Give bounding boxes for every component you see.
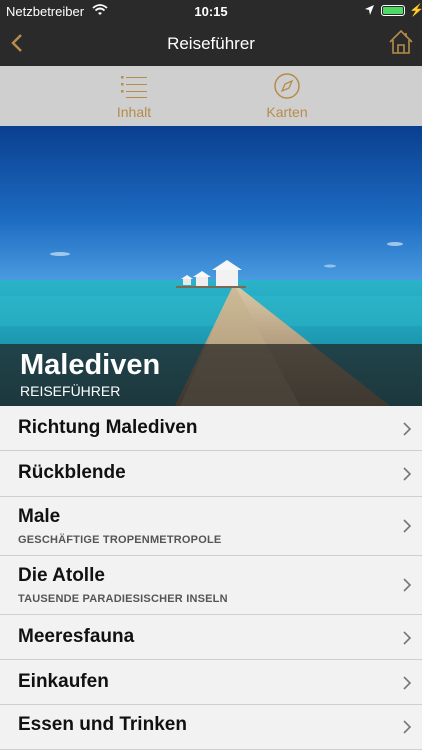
list-item[interactable]: Male GESCHÄFTIGE TROPENMETROPOLE [0, 497, 422, 556]
hero-banner[interactable]: Malediven REISEFÜHRER [0, 126, 422, 406]
compass-icon [273, 72, 301, 100]
charging-bolt-icon: ⚡ [409, 3, 422, 17]
list-item[interactable]: Meeresfauna [0, 615, 422, 660]
tab-bar: Inhalt Karten [0, 66, 422, 126]
chevron-right-icon [403, 578, 412, 592]
tab-karten-label: Karten [266, 104, 308, 120]
battery-icon [381, 5, 405, 16]
list-item-subtitle: TAUSENDE PARADIESISCHER INSELN [18, 593, 228, 605]
list-item-subtitle: GESCHÄFTIGE TROPENMETROPOLE [18, 534, 222, 546]
tab-inhalt-label: Inhalt [116, 104, 152, 120]
nav-title: Reiseführer [167, 34, 255, 53]
chevron-right-icon [403, 631, 412, 645]
list-item[interactable]: Essen und Trinken [0, 705, 422, 750]
list-item[interactable]: Rückblende [0, 451, 422, 497]
chevron-right-icon [403, 720, 412, 734]
list-item[interactable]: Richtung Malediven [0, 406, 422, 451]
list-item[interactable]: Einkaufen [0, 660, 422, 705]
tab-karten[interactable]: Karten [212, 66, 362, 126]
location-arrow-icon [364, 4, 375, 19]
list-item[interactable]: Die Atolle TAUSENDE PARADIESISCHER INSEL… [0, 556, 422, 615]
status-bar: Netzbetreiber 10:15 ⚡ [0, 0, 422, 22]
navigation-bar: Reiseführer [0, 22, 422, 66]
list-item-title: Einkaufen [18, 671, 109, 692]
chevron-right-icon [403, 519, 412, 533]
clock-time: 10:15 [194, 4, 228, 19]
chevron-right-icon [403, 467, 412, 481]
chevron-right-icon [403, 422, 412, 436]
list-item-title: Die Atolle [18, 565, 105, 586]
list-item-title: Richtung Malediven [18, 417, 198, 438]
hero-title: Malediven [20, 349, 161, 381]
list-item-title: Male [18, 506, 61, 527]
hero-caption: Malediven REISEFÜHRER [0, 344, 422, 406]
hero-subtitle: REISEFÜHRER [20, 383, 121, 399]
list-item-title: Meeresfauna [18, 626, 135, 647]
chevron-right-icon [403, 676, 412, 690]
tab-inhalt[interactable]: Inhalt [59, 66, 209, 126]
chapter-list: Richtung Malediven Rückblende Male GESCH… [0, 406, 422, 750]
list-icon [120, 72, 148, 100]
home-icon[interactable] [387, 28, 415, 56]
list-item-title: Essen und Trinken [18, 714, 187, 735]
list-item-title: Rückblende [18, 462, 126, 483]
